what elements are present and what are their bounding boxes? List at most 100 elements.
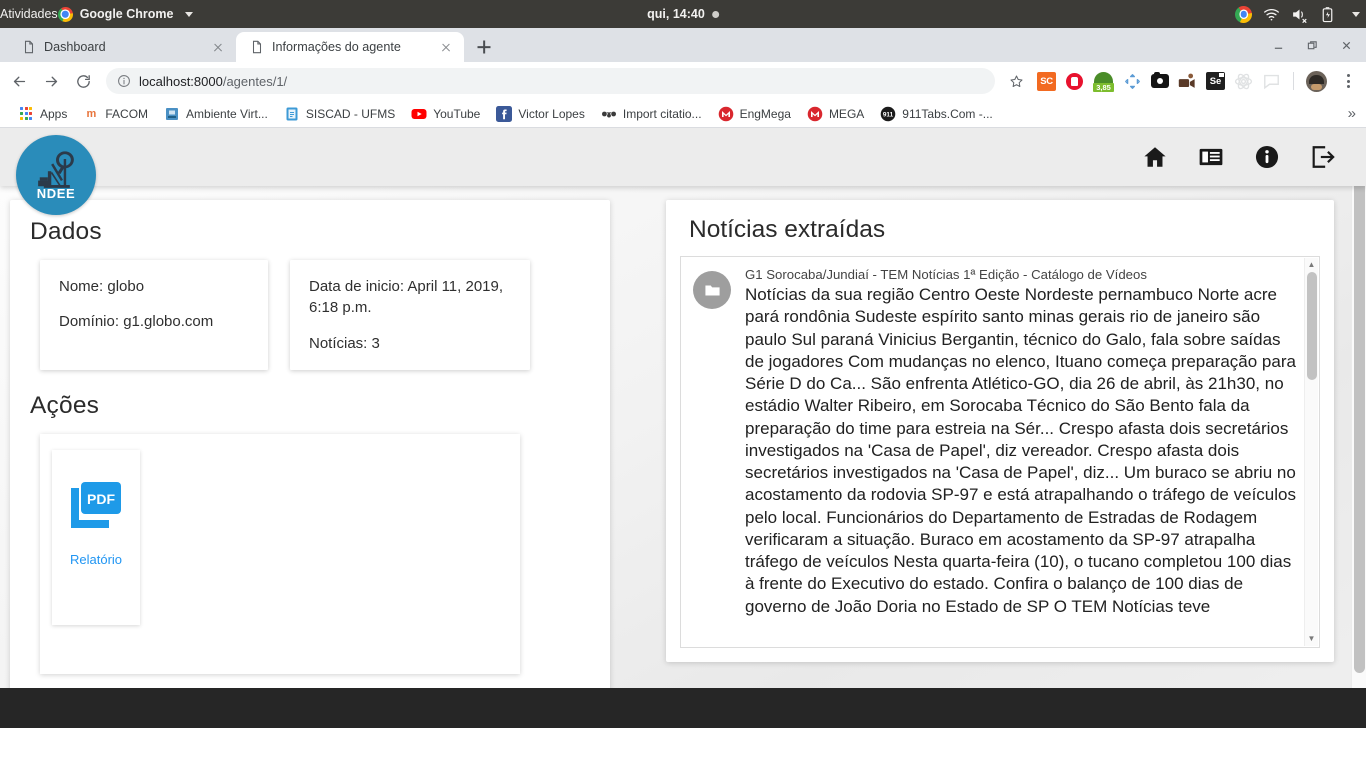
browser-toolbar: localhost:8000/agentes/1/ SC 3,85 Se bbox=[0, 62, 1366, 100]
reload-button[interactable] bbox=[68, 66, 98, 96]
noticia-text: Notícias da sua região Centro Oeste Nord… bbox=[745, 285, 1296, 616]
atom-extension-icon[interactable] bbox=[1234, 72, 1253, 91]
logo-text: NDEE bbox=[36, 185, 76, 201]
restore-button[interactable] bbox=[1296, 30, 1328, 60]
camera-extension-icon[interactable] bbox=[1151, 71, 1169, 88]
opera-extension-icon[interactable] bbox=[1065, 71, 1084, 91]
toolbar-divider bbox=[1293, 72, 1294, 90]
web-page: NDEE Dados Nome: globo Domínio: g1.globo… bbox=[0, 128, 1366, 728]
mega-icon bbox=[718, 106, 734, 122]
dados-cards: Nome: globo Domínio: g1.globo.com Data d… bbox=[10, 260, 610, 370]
relatorio-action-tile[interactable]: PDF Relatório bbox=[52, 449, 140, 625]
bookmark-ambiente-virtual[interactable]: Ambiente Virt... bbox=[156, 103, 276, 125]
relatorio-label: Relatório bbox=[69, 551, 123, 567]
page-scrollbar[interactable] bbox=[1351, 128, 1366, 728]
bookmark-label: Import citatio... bbox=[622, 106, 702, 121]
tab-informacoes-do-agente[interactable]: Informações do agente bbox=[236, 32, 464, 62]
noticia-scrollbar[interactable]: ▲ ▼ bbox=[1304, 258, 1318, 646]
bookmark-label: YouTube bbox=[433, 106, 481, 121]
page-favicon-icon bbox=[250, 40, 264, 54]
system-tray[interactable] bbox=[1235, 5, 1360, 23]
911tabs-icon: 911 bbox=[880, 106, 896, 122]
battery-charging-icon bbox=[1319, 6, 1336, 23]
noticias-title: Notícias extraídas bbox=[689, 216, 886, 243]
mendeley-icon bbox=[601, 106, 617, 122]
siscad-icon bbox=[284, 106, 300, 122]
back-button[interactable] bbox=[4, 66, 34, 96]
home-icon[interactable] bbox=[1142, 144, 1168, 170]
bookmark-star-icon[interactable] bbox=[1003, 68, 1029, 94]
desktop-top-bar: Atividades Google Chrome qui, 14:40 bbox=[0, 0, 1366, 28]
wifi-icon bbox=[1263, 6, 1280, 23]
acoes-container: PDF Relatório bbox=[40, 433, 520, 674]
dados-panel: Dados Nome: globo Domínio: g1.globo.com … bbox=[10, 200, 610, 696]
noticias-panel: Notícias extraídas G1 Sorocaba/Jundiaí -… bbox=[666, 200, 1334, 662]
bookmark-import-citation[interactable]: Import citatio... bbox=[593, 103, 710, 125]
bookmark-apps[interactable]: Apps bbox=[10, 103, 75, 125]
scroll-thumb[interactable] bbox=[1307, 272, 1317, 380]
dados-nome: Nome: globo bbox=[59, 278, 145, 295]
page-favicon-icon bbox=[22, 40, 36, 54]
scroll-up-icon[interactable]: ▲ bbox=[1308, 261, 1316, 269]
system-menu-caret-icon bbox=[1352, 11, 1360, 17]
page-scroll-thumb[interactable] bbox=[1354, 168, 1365, 673]
video-recorder-extension-icon[interactable] bbox=[1178, 73, 1197, 89]
selenium-extension-icon[interactable]: Se bbox=[1206, 72, 1225, 90]
activities-button[interactable]: Atividades bbox=[0, 7, 58, 21]
tab-dashboard[interactable]: Dashboard bbox=[8, 32, 236, 62]
bookmark-label: Apps bbox=[40, 106, 68, 121]
bookmark-label: EngMega bbox=[739, 106, 791, 121]
minimize-button[interactable] bbox=[1262, 30, 1294, 60]
bookmark-label: FACOM bbox=[105, 106, 149, 121]
new-tab-button[interactable] bbox=[470, 33, 498, 61]
right-column: Notícias extraídas G1 Sorocaba/Jundiaí -… bbox=[666, 200, 1334, 662]
bookmark-mega[interactable]: MEGA bbox=[799, 103, 872, 125]
tab-title: Informações do agente bbox=[272, 40, 401, 54]
grammar-score-extension-icon[interactable]: 3,85 bbox=[1093, 71, 1114, 92]
app-menu-button[interactable]: Google Chrome bbox=[57, 6, 194, 22]
bookmark-siscad-ufms[interactable]: SISCAD - UFMS bbox=[276, 103, 403, 125]
address-bar-text: localhost:8000/agentes/1/ bbox=[139, 74, 287, 89]
scroll-down-icon[interactable]: ▼ bbox=[1308, 635, 1316, 643]
ndee-logo[interactable]: NDEE bbox=[16, 135, 96, 215]
address-bar[interactable]: localhost:8000/agentes/1/ bbox=[106, 68, 995, 94]
chrome-icon bbox=[57, 6, 73, 22]
facebook-icon bbox=[496, 105, 513, 122]
tab-title: Dashboard bbox=[44, 40, 106, 54]
articles-icon[interactable] bbox=[1198, 144, 1224, 170]
folder-icon bbox=[693, 271, 731, 309]
bookmarks-overflow-icon[interactable]: » bbox=[1348, 105, 1356, 122]
extension-icons: SC 3,85 Se bbox=[1033, 68, 1360, 94]
dados-data-inicio: Data de inicio: April 11, 2019, 6:18 p.m… bbox=[309, 278, 504, 317]
bookmark-youtube[interactable]: YouTube bbox=[403, 103, 488, 125]
close-icon[interactable] bbox=[210, 39, 226, 55]
bookmark-911tabs[interactable]: 911 911Tabs.Com -... bbox=[872, 103, 1000, 125]
forward-button[interactable] bbox=[36, 66, 66, 96]
volume-muted-icon bbox=[1291, 6, 1308, 23]
window-controls bbox=[1262, 30, 1362, 60]
bookmark-label: 911Tabs.Com -... bbox=[902, 106, 993, 121]
page-content: Dados Nome: globo Domínio: g1.globo.com … bbox=[0, 186, 1351, 728]
move-extension-icon[interactable] bbox=[1123, 72, 1142, 91]
chrome-menu-button[interactable] bbox=[1336, 68, 1360, 94]
noticia-item[interactable]: G1 Sorocaba/Jundiaí - TEM Notícias 1ª Ed… bbox=[680, 256, 1320, 648]
clock-button[interactable]: qui, 14:40 bbox=[647, 7, 719, 21]
moodle-icon bbox=[164, 106, 180, 122]
bookmark-victor-lopes[interactable]: Victor Lopes bbox=[488, 103, 593, 125]
url-path: /agentes/1/ bbox=[222, 73, 288, 89]
screencastify-extension-icon[interactable]: SC bbox=[1037, 71, 1056, 91]
bookmark-engmega[interactable]: EngMega bbox=[710, 103, 799, 125]
bookmarks-bar: Apps m FACOM Ambiente Virt... SISCAD - U… bbox=[0, 100, 1366, 128]
site-info-icon[interactable] bbox=[117, 74, 131, 88]
close-button[interactable] bbox=[1330, 30, 1362, 60]
page-footer bbox=[0, 688, 1366, 728]
logout-icon[interactable] bbox=[1310, 144, 1336, 170]
profile-avatar[interactable] bbox=[1306, 70, 1327, 92]
chat-extension-icon[interactable] bbox=[1262, 72, 1281, 91]
close-icon[interactable] bbox=[438, 39, 454, 55]
url-host: localhost:8000 bbox=[139, 73, 223, 89]
info-icon[interactable] bbox=[1254, 144, 1280, 170]
browser-tab-strip: Dashboard Informações do agente bbox=[0, 28, 1366, 62]
notification-dot-icon bbox=[711, 10, 719, 18]
bookmark-facom[interactable]: m FACOM bbox=[75, 103, 156, 125]
